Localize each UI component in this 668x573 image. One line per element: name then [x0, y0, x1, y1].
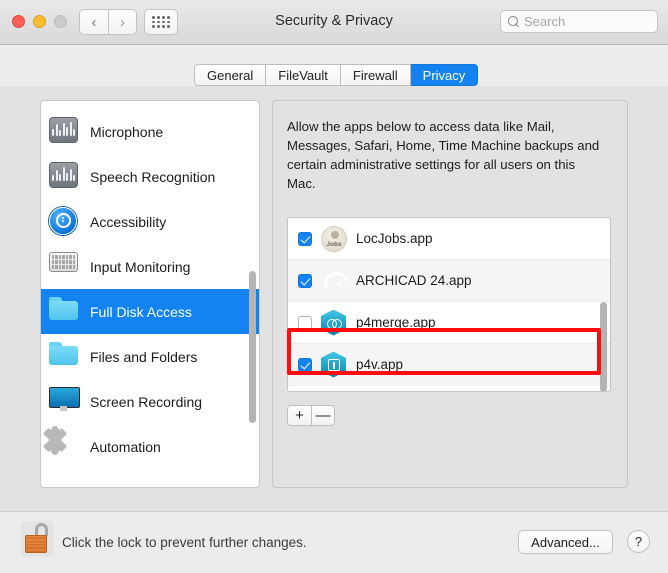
- app-list-row[interactable]: Jobs LocJobs.app: [288, 218, 610, 260]
- app-list: Jobs LocJobs.app ARCHICAD 24.app p4merge…: [287, 217, 611, 392]
- app-list-row[interactable]: p4merge.app: [288, 302, 610, 344]
- tab-privacy[interactable]: Privacy: [410, 64, 479, 86]
- tab-filevault[interactable]: FileVault: [266, 64, 341, 86]
- display-icon: [49, 387, 79, 417]
- sidebar-item-label: Screen Recording: [90, 393, 203, 410]
- sidebar-item-label: Microphone: [90, 123, 164, 140]
- sidebar-item-label: Speech Recognition: [90, 168, 216, 185]
- app-list-scrollbar[interactable]: [600, 302, 607, 391]
- app-checkbox[interactable]: [298, 273, 312, 288]
- app-name-label: p4v.app: [356, 357, 404, 372]
- search-field[interactable]: Search: [500, 10, 658, 33]
- p4merge-icon: [321, 309, 347, 336]
- lock-status-text: Click the lock to prevent further change…: [62, 535, 307, 550]
- app-checkbox[interactable]: [298, 231, 312, 246]
- app-checkbox[interactable]: [298, 357, 312, 372]
- privacy-category-sidebar: Microphone Speech Recognition Accessibil…: [40, 100, 260, 488]
- speech-recognition-icon: [49, 161, 79, 192]
- sidebar-list: Microphone Speech Recognition Accessibil…: [41, 109, 259, 488]
- app-name-label: LocJobs.app: [356, 231, 433, 246]
- app-name-label: p4merge.app: [356, 315, 436, 330]
- sidebar-item-label: Automation: [90, 438, 161, 455]
- add-remove-buttons: + —: [287, 405, 335, 426]
- accessibility-icon: [49, 206, 79, 237]
- sidebar-item-accessibility[interactable]: Accessibility: [41, 199, 259, 244]
- lock-button[interactable]: [21, 521, 54, 557]
- sidebar-item-developer-tools[interactable]: Developer Tools: [41, 469, 259, 488]
- sidebar-scrollbar[interactable]: [249, 271, 256, 423]
- tab-bar: General FileVault Firewall Privacy: [194, 64, 479, 86]
- developer-tools-icon: [49, 477, 79, 488]
- sidebar-item-microphone[interactable]: Microphone: [41, 109, 259, 154]
- sidebar-item-files-and-folders[interactable]: Files and Folders: [41, 334, 259, 379]
- panel-description: Allow the apps below to access data like…: [287, 119, 600, 191]
- sidebar-item-full-disk-access[interactable]: Full Disk Access: [41, 289, 259, 334]
- sidebar-item-label: Full Disk Access: [90, 303, 192, 320]
- app-list-row[interactable]: ARCHICAD 24.app: [288, 260, 610, 302]
- sidebar-item-automation[interactable]: Automation: [41, 424, 259, 469]
- advanced-button[interactable]: Advanced...: [518, 530, 613, 554]
- sidebar-item-label: Input Monitoring: [90, 258, 191, 275]
- content-area: Microphone Speech Recognition Accessibil…: [0, 86, 668, 511]
- search-icon: [508, 16, 519, 27]
- microphone-icon: [49, 116, 79, 147]
- app-checkbox[interactable]: [298, 315, 312, 330]
- jobs-icon: Jobs: [321, 225, 347, 252]
- full-disk-access-panel: Allow the apps below to access data like…: [272, 100, 628, 488]
- p4v-icon: [321, 351, 347, 378]
- search-placeholder: Search: [524, 14, 566, 29]
- help-button[interactable]: ?: [627, 530, 650, 553]
- gear-icon: [49, 425, 79, 462]
- app-list-row-partial[interactable]: [288, 386, 610, 391]
- sidebar-item-label: Accessibility: [90, 213, 167, 230]
- tab-firewall[interactable]: Firewall: [340, 64, 411, 86]
- app-name-label: ARCHICAD 24.app: [356, 273, 472, 288]
- remove-app-button[interactable]: —: [311, 405, 335, 426]
- keyboard-icon: [49, 251, 79, 282]
- folder-icon: [49, 297, 79, 327]
- sidebar-item-label: Files and Folders: [90, 348, 198, 365]
- title-bar: ‹ › Security & Privacy Search: [0, 0, 668, 45]
- sidebar-item-speech-recognition[interactable]: Speech Recognition: [41, 154, 259, 199]
- sidebar-item-label: Developer Tools: [90, 484, 190, 488]
- folder-icon: [49, 342, 79, 372]
- sidebar-item-input-monitoring[interactable]: Input Monitoring: [41, 244, 259, 289]
- sidebar-item-screen-recording[interactable]: Screen Recording: [41, 379, 259, 424]
- add-app-button[interactable]: +: [287, 405, 311, 426]
- tab-general[interactable]: General: [194, 64, 267, 86]
- app-list-row[interactable]: p4v.app: [288, 344, 610, 386]
- security-privacy-window: ‹ › Security & Privacy Search General Fi…: [0, 0, 668, 573]
- archicad-icon: [321, 268, 347, 294]
